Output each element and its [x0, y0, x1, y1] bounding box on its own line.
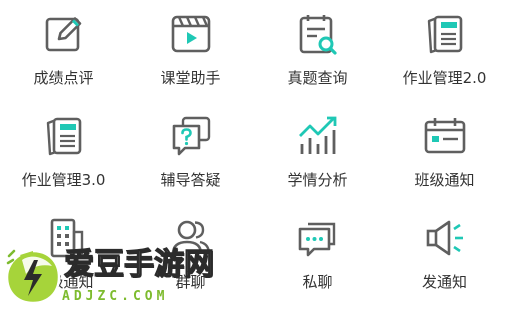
menu-item-label: 作业管理3.0 [21, 171, 106, 189]
menu-item-label: 班级通知 [414, 171, 475, 189]
watermark-domain: ADJZC.COM [62, 289, 169, 304]
megaphone-icon [426, 220, 463, 256]
menu-item-label: 学情分析 [287, 171, 348, 189]
menu-item-private-chat[interactable]: 私聊 [254, 204, 381, 309]
menu-item-learning-analysis[interactable]: 学情分析 [254, 102, 381, 204]
menu-item-homework-3[interactable]: 作业管理3.0 [0, 102, 127, 204]
menu-item-exam-query[interactable]: 真题查询 [254, 0, 381, 102]
question-chat-icon [172, 116, 210, 156]
chat-bubble-icon [298, 222, 335, 257]
menu-item-label: 辅导答疑 [160, 171, 221, 189]
notebook-icon [427, 15, 462, 54]
document-search-icon [299, 15, 337, 55]
menu-item-homework-2[interactable]: 作业管理2.0 [381, 0, 508, 102]
trend-chart-icon [298, 116, 336, 154]
menu-item-class-notice[interactable]: 班级通知 [381, 102, 508, 204]
menu-item-class-assistant[interactable]: 课堂助手 [127, 0, 254, 102]
watermark-logo-icon [5, 249, 61, 305]
menu-item-send-notice[interactable]: 发通知 [381, 204, 508, 309]
menu-item-label: 课堂助手 [160, 69, 221, 87]
video-icon [171, 15, 210, 53]
menu-item-label: 私聊 [302, 273, 333, 291]
menu-item-label: 发通知 [421, 273, 467, 291]
notebook-icon [46, 117, 81, 156]
menu-item-label: 作业管理2.0 [402, 69, 487, 87]
menu-item-label: 成绩点评 [33, 69, 94, 87]
menu-item-grade-review[interactable]: 成绩点评 [0, 0, 127, 102]
watermark-title: 爱豆手游网 [63, 247, 214, 282]
edit-icon [45, 17, 81, 52]
menu-item-label: 真题查询 [287, 69, 348, 87]
menu-item-tutoring-qa[interactable]: 辅导答疑 [127, 102, 254, 204]
calendar-notice-icon [424, 118, 465, 154]
